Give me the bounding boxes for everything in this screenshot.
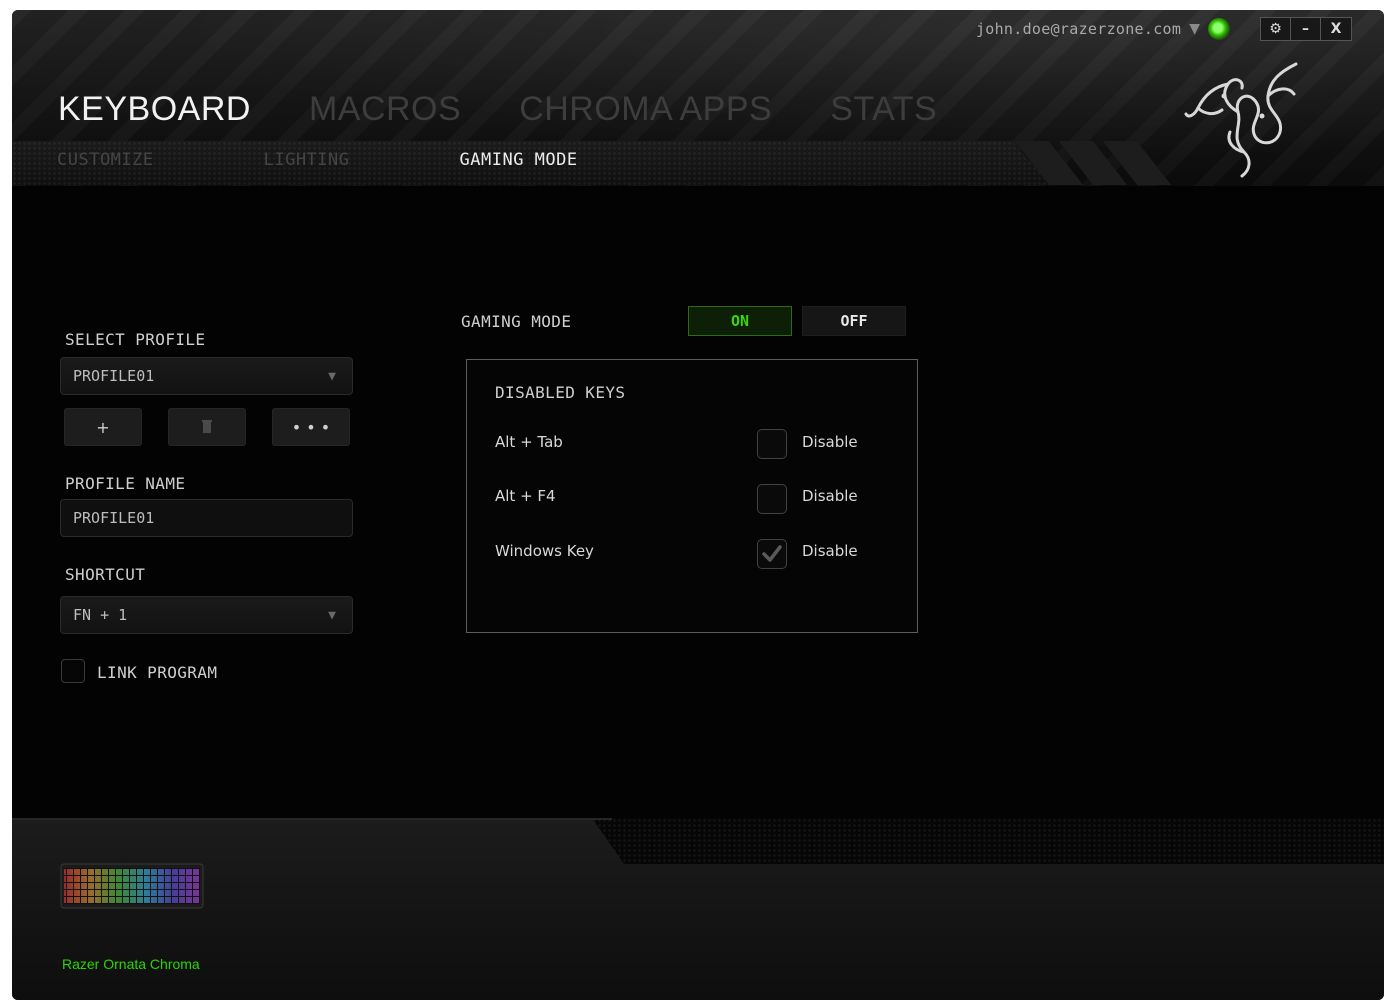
shortcut-select-value: FN + 1 [73, 606, 128, 624]
link-program-checkbox[interactable] [61, 659, 85, 683]
delete-profile-button[interactable] [168, 408, 246, 446]
profile-select-value: PROFILE01 [73, 367, 155, 385]
link-program-label: LINK PROGRAM [97, 663, 218, 682]
chevron-down-icon: ▼ [328, 608, 336, 623]
disabled-keys-panel: DISABLED KEYS Alt + Tab Disable Alt + F4… [466, 359, 918, 633]
key-name-alt-tab: Alt + Tab [495, 433, 563, 451]
profile-name-value: PROFILE01 [73, 509, 155, 527]
keyboard-device-icon[interactable] [60, 862, 204, 910]
subtab-gaming-mode[interactable]: GAMING MODE [460, 150, 578, 170]
profile-name-label: PROFILE NAME [65, 474, 186, 493]
tab-keyboard[interactable]: KEYBOARD [58, 90, 251, 129]
disabled-keys-title: DISABLED KEYS [495, 383, 626, 402]
disable-windows-key-label: Disable [802, 542, 858, 560]
tab-chroma-apps[interactable]: CHROMA APPS [519, 90, 772, 129]
add-profile-button[interactable]: + [64, 408, 142, 446]
profile-select[interactable]: PROFILE01 ▼ [60, 357, 353, 395]
gaming-mode-on-button[interactable]: ON [688, 306, 792, 336]
online-status-icon [1208, 18, 1230, 40]
top-bar: john.doe@razerzone.com ▼ ⚙ – X [976, 17, 1352, 41]
subtab-lighting[interactable]: LIGHTING [264, 150, 350, 170]
profile-more-button[interactable]: • • • [272, 408, 350, 446]
disable-alt-f4-checkbox[interactable] [757, 484, 787, 514]
disable-windows-key-checkbox[interactable] [757, 539, 787, 569]
tab-stats[interactable]: STATS [830, 90, 937, 129]
account-dropdown-icon[interactable]: ▼ [1189, 21, 1200, 37]
checkmark-icon [762, 545, 782, 562]
profile-name-input[interactable]: PROFILE01 [60, 499, 353, 537]
gaming-mode-label: GAMING MODE [461, 312, 572, 331]
user-email[interactable]: john.doe@razerzone.com [976, 20, 1181, 38]
razer-synapse-window: john.doe@razerzone.com ▼ ⚙ – X KEYBOARD … [12, 10, 1384, 1000]
main-tabs: KEYBOARD MACROS CHROMA APPS STATS [58, 90, 995, 129]
key-name-alt-f4: Alt + F4 [495, 487, 556, 505]
settings-gear-icon[interactable]: ⚙ [1261, 18, 1291, 40]
trash-icon [202, 420, 212, 433]
select-profile-label: SELECT PROFILE [65, 330, 206, 349]
disable-alt-tab-checkbox[interactable] [757, 429, 787, 459]
tab-macros[interactable]: MACROS [309, 90, 461, 129]
close-button[interactable]: X [1321, 18, 1351, 40]
sub-tabs: CUSTOMIZE LIGHTING GAMING MODE [57, 150, 688, 170]
key-name-windows-key: Windows Key [495, 542, 594, 560]
chevron-down-icon: ▼ [328, 369, 336, 384]
device-name[interactable]: Razer Ornata Chroma [62, 956, 200, 972]
window-controls: ⚙ – X [1260, 17, 1352, 41]
razer-snake-logo-icon [1184, 62, 1298, 178]
footer-edge [12, 818, 612, 820]
disable-alt-tab-label: Disable [802, 433, 858, 451]
shortcut-label: SHORTCUT [65, 565, 146, 584]
shortcut-select[interactable]: FN + 1 ▼ [60, 596, 353, 634]
gaming-mode-off-button[interactable]: OFF [802, 306, 906, 336]
subtab-customize[interactable]: CUSTOMIZE [57, 150, 154, 170]
disable-alt-f4-label: Disable [802, 487, 858, 505]
minimize-button[interactable]: – [1291, 18, 1321, 40]
